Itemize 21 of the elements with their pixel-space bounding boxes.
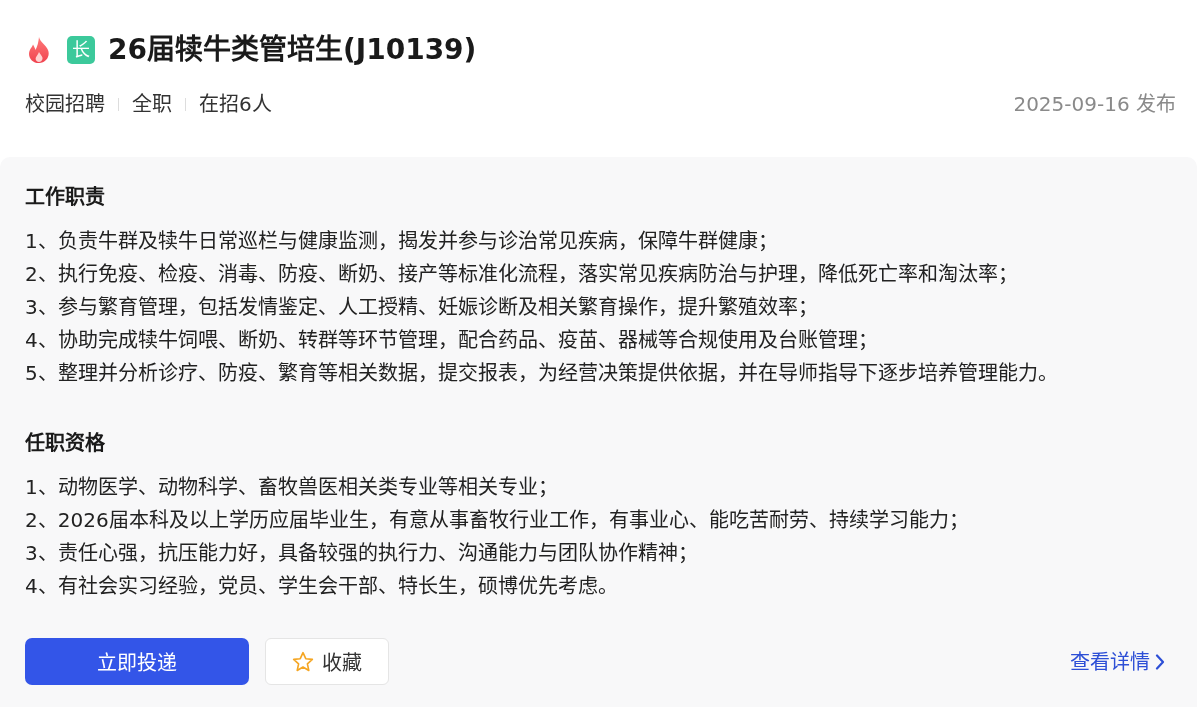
publish-date: 2025-09-16 发布 [1013, 91, 1176, 117]
job-tag: 在招6人 [199, 91, 272, 117]
section-heading: 任职资格 [25, 430, 106, 456]
requirement-text: 2、2026届本科及以上学历应届毕业生，有意从事畜牧行业工作，有事业心、能吃苦耐劳、持续学习能力； [25, 507, 970, 534]
title-badge: 长 [67, 36, 95, 64]
requirement-text: 1、负责牛群及犊牛日常巡栏与健康监测，揭发并参与诊治常见疾病，保障牛群健康； [25, 228, 779, 255]
requirement-text: 4、有社会实习经验，党员、学生会干部、特长生，硕博优先考虑。 [25, 573, 619, 600]
requirement-text: 1、动物医学、动物科学、畜牧兽医相关类专业等相关专业； [25, 474, 559, 501]
requirement-text: 3、责任心强，抗压能力好，具备较强的执行力、沟通能力与团队协作精神； [25, 540, 699, 567]
requirement-text: 3、参与繁育管理，包括发情鉴定、人工授精、妊娠诊断及相关繁育操作，提升繁殖效率； [25, 294, 819, 321]
job-title: 26届犊牛类管培生(J10139) [108, 32, 477, 68]
details-link[interactable]: 查看详情 [1070, 648, 1165, 675]
requirement-text: 5、整理并分析诊疗、防疫、繁育等相关数据，提交报表，为经营决策提供依据，并在导师指导下逐步培养管理能力。 [25, 360, 1059, 387]
requirement-text: 4、协助完成犊牛饲喂、断奶、转群等环节管理，配合药品、疫苗、器械等合规使用及台账管理； [25, 327, 879, 354]
job-tag: 全职 [132, 91, 172, 117]
requirement-text: 2、执行免疫、检疫、消毒、防疫、断奶、接产等标准化流程，落实常见疾病防治与护理，降低死亡率和淘汰率； [25, 261, 1019, 288]
chevron-right-icon [1155, 653, 1165, 670]
job-tag: 校园招聘 [25, 91, 105, 117]
section-heading: 工作职责 [25, 184, 106, 210]
favorite-button[interactable]: 收藏 [265, 638, 389, 685]
apply-button[interactable]: 立即投递 [25, 638, 249, 685]
